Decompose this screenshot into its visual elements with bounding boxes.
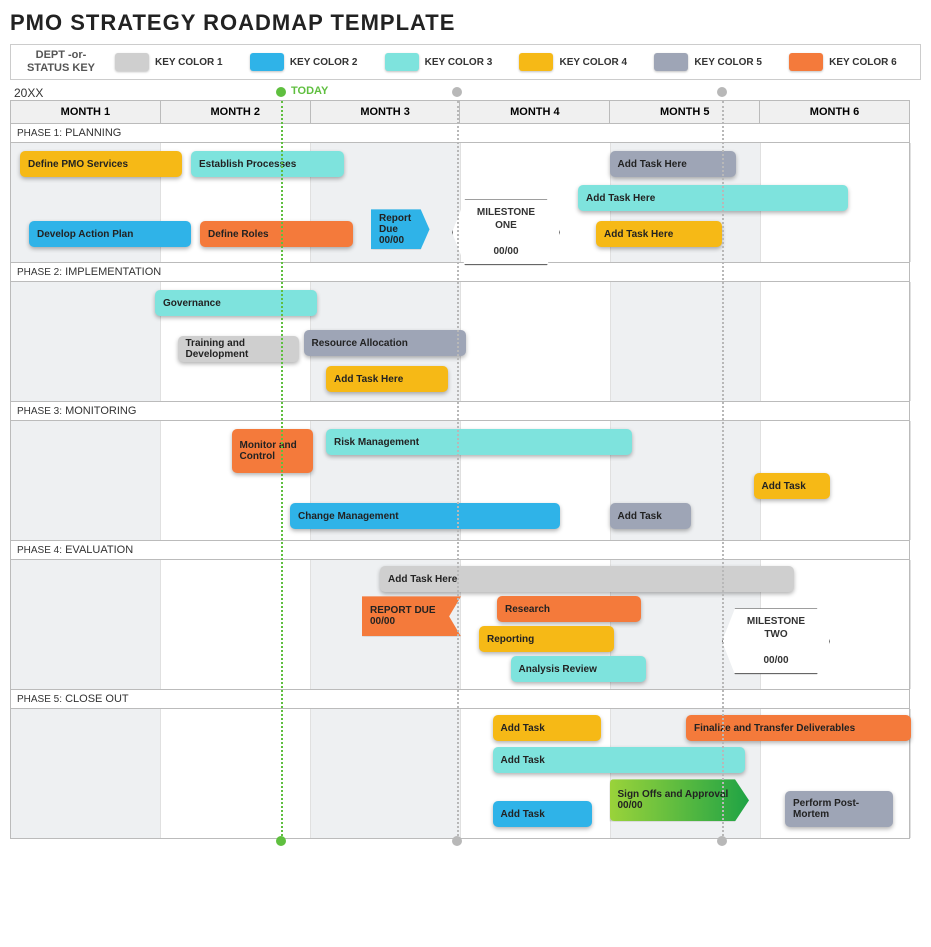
legend-swatch bbox=[519, 53, 553, 71]
phases-container: PHASE 1: PLANNING Define PMO Services Esta… bbox=[11, 123, 909, 838]
gantt-bar[interactable]: Add Task bbox=[493, 715, 601, 741]
gantt-bar[interactable]: Add Task bbox=[754, 473, 831, 499]
grid-column bbox=[461, 282, 611, 401]
legend-items: KEY COLOR 1 KEY COLOR 2 KEY COLOR 3 KEY COL… bbox=[111, 47, 920, 77]
month-header: MONTH 5 bbox=[610, 101, 760, 123]
page-title: PMO STRATEGY ROADMAP TEMPLATE bbox=[10, 10, 921, 36]
phase-lane: Monitor and Control Risk Management Add Ta… bbox=[11, 420, 909, 540]
phase-label: PHASE 1: PLANNING bbox=[11, 123, 909, 142]
grid-column bbox=[11, 282, 161, 401]
gantt-bar[interactable]: Define Roles bbox=[200, 221, 353, 247]
gantt-bar[interactable]: Analysis Review bbox=[511, 656, 646, 682]
legend-item: KEY COLOR 2 bbox=[246, 47, 381, 77]
gantt-bar[interactable]: Define PMO Services bbox=[20, 151, 182, 177]
grid-column bbox=[761, 282, 911, 401]
legend-item: KEY COLOR 3 bbox=[381, 47, 516, 77]
gantt-bar[interactable]: Perform Post-Mortem bbox=[785, 791, 893, 827]
months-header: MONTH 1MONTH 2MONTH 3MONTH 4MONTH 5MONTH… bbox=[11, 101, 909, 123]
legend-swatch bbox=[385, 53, 419, 71]
gantt-bar[interactable]: Add Task Here bbox=[596, 221, 722, 247]
flag-marker[interactable]: REPORT DUE00/00 bbox=[362, 596, 461, 636]
flag-marker[interactable]: ReportDue00/00 bbox=[371, 209, 430, 249]
gantt-bar[interactable]: Add Task Here bbox=[380, 566, 794, 592]
gantt-bar[interactable]: Sign Offs and Approval 00/00 bbox=[610, 779, 750, 821]
legend-text: KEY COLOR 2 bbox=[290, 57, 358, 68]
gantt-bar[interactable]: Add Task bbox=[493, 747, 745, 773]
month-header: MONTH 1 bbox=[11, 101, 161, 123]
legend-swatch bbox=[115, 53, 149, 71]
month-header: MONTH 4 bbox=[460, 101, 610, 123]
legend-swatch bbox=[654, 53, 688, 71]
timeline: MONTH 1MONTH 2MONTH 3MONTH 4MONTH 5MONTH… bbox=[10, 100, 910, 839]
gantt-bar[interactable]: Reporting bbox=[479, 626, 614, 652]
legend-item: KEY COLOR 5 bbox=[650, 47, 785, 77]
phase-label: PHASE 3: MONITORING bbox=[11, 401, 909, 420]
legend-text: KEY COLOR 3 bbox=[425, 57, 493, 68]
legend-text: KEY COLOR 4 bbox=[559, 57, 627, 68]
gantt-bar[interactable]: Resource Allocation bbox=[304, 330, 466, 356]
legend-swatch bbox=[789, 53, 823, 71]
gantt-bar[interactable]: Add Task Here bbox=[326, 366, 448, 392]
month-header: MONTH 2 bbox=[161, 101, 311, 123]
gantt-bar[interactable]: Training and Development bbox=[178, 336, 300, 362]
legend-text: KEY COLOR 6 bbox=[829, 57, 897, 68]
phase-lane: Add Task Finalize and Transfer Deliverabl… bbox=[11, 708, 909, 838]
gantt-bar[interactable]: Change Management bbox=[290, 503, 560, 529]
year-label: 20XX bbox=[14, 86, 921, 100]
legend-label: DEPT -or- STATUS KEY bbox=[11, 45, 111, 79]
grid-column bbox=[161, 709, 311, 838]
legend-item: KEY COLOR 4 bbox=[515, 47, 650, 77]
legend-text: KEY COLOR 5 bbox=[694, 57, 762, 68]
grid-column bbox=[611, 282, 761, 401]
gantt-bar[interactable]: Add Task Here bbox=[578, 185, 848, 211]
legend-item: KEY COLOR 1 bbox=[111, 47, 246, 77]
grid-column bbox=[11, 421, 161, 540]
month-header: MONTH 3 bbox=[311, 101, 461, 123]
gantt-bar[interactable]: Establish Processes bbox=[191, 151, 344, 177]
legend-swatch bbox=[250, 53, 284, 71]
milestone-marker[interactable]: MILESTONETWO 00/00 bbox=[722, 608, 830, 674]
gantt-bar[interactable]: Add Task Here bbox=[610, 151, 736, 177]
gantt-bar[interactable]: Risk Management bbox=[326, 429, 632, 455]
phase-label: PHASE 4: EVALUATION bbox=[11, 540, 909, 559]
grid-column bbox=[161, 560, 311, 689]
phase-label: PHASE 2: IMPLEMENTATION bbox=[11, 262, 909, 281]
gantt-bar[interactable]: Develop Action Plan bbox=[29, 221, 191, 247]
gantt-bar[interactable]: Governance bbox=[155, 290, 317, 316]
gantt-bar[interactable]: Monitor and Control bbox=[232, 429, 313, 473]
phase-lane: Add Task Here Research Reporting Analysis R… bbox=[11, 559, 909, 689]
legend-item: KEY COLOR 6 bbox=[785, 47, 920, 77]
gantt-bar[interactable]: Research bbox=[497, 596, 641, 622]
grid-column bbox=[11, 709, 161, 838]
gantt-bar[interactable]: Add Task bbox=[493, 801, 592, 827]
legend-text: KEY COLOR 1 bbox=[155, 57, 223, 68]
milestone-marker[interactable]: MILESTONEONE 00/00 bbox=[452, 199, 560, 265]
phase-lane: Define PMO Services Establish Processes Ad… bbox=[11, 142, 909, 262]
grid-column bbox=[311, 709, 461, 838]
gantt-bar[interactable]: Add Task bbox=[610, 503, 691, 529]
grid-column bbox=[11, 560, 161, 689]
phase-lane: Governance Training and DevelopmentResour… bbox=[11, 281, 909, 401]
month-header: MONTH 6 bbox=[760, 101, 909, 123]
gantt-bar[interactable]: Finalize and Transfer Deliverables bbox=[686, 715, 911, 741]
legend: DEPT -or- STATUS KEY KEY COLOR 1KEY COLO… bbox=[10, 44, 921, 80]
phase-label: PHASE 5: CLOSE OUT bbox=[11, 689, 909, 708]
